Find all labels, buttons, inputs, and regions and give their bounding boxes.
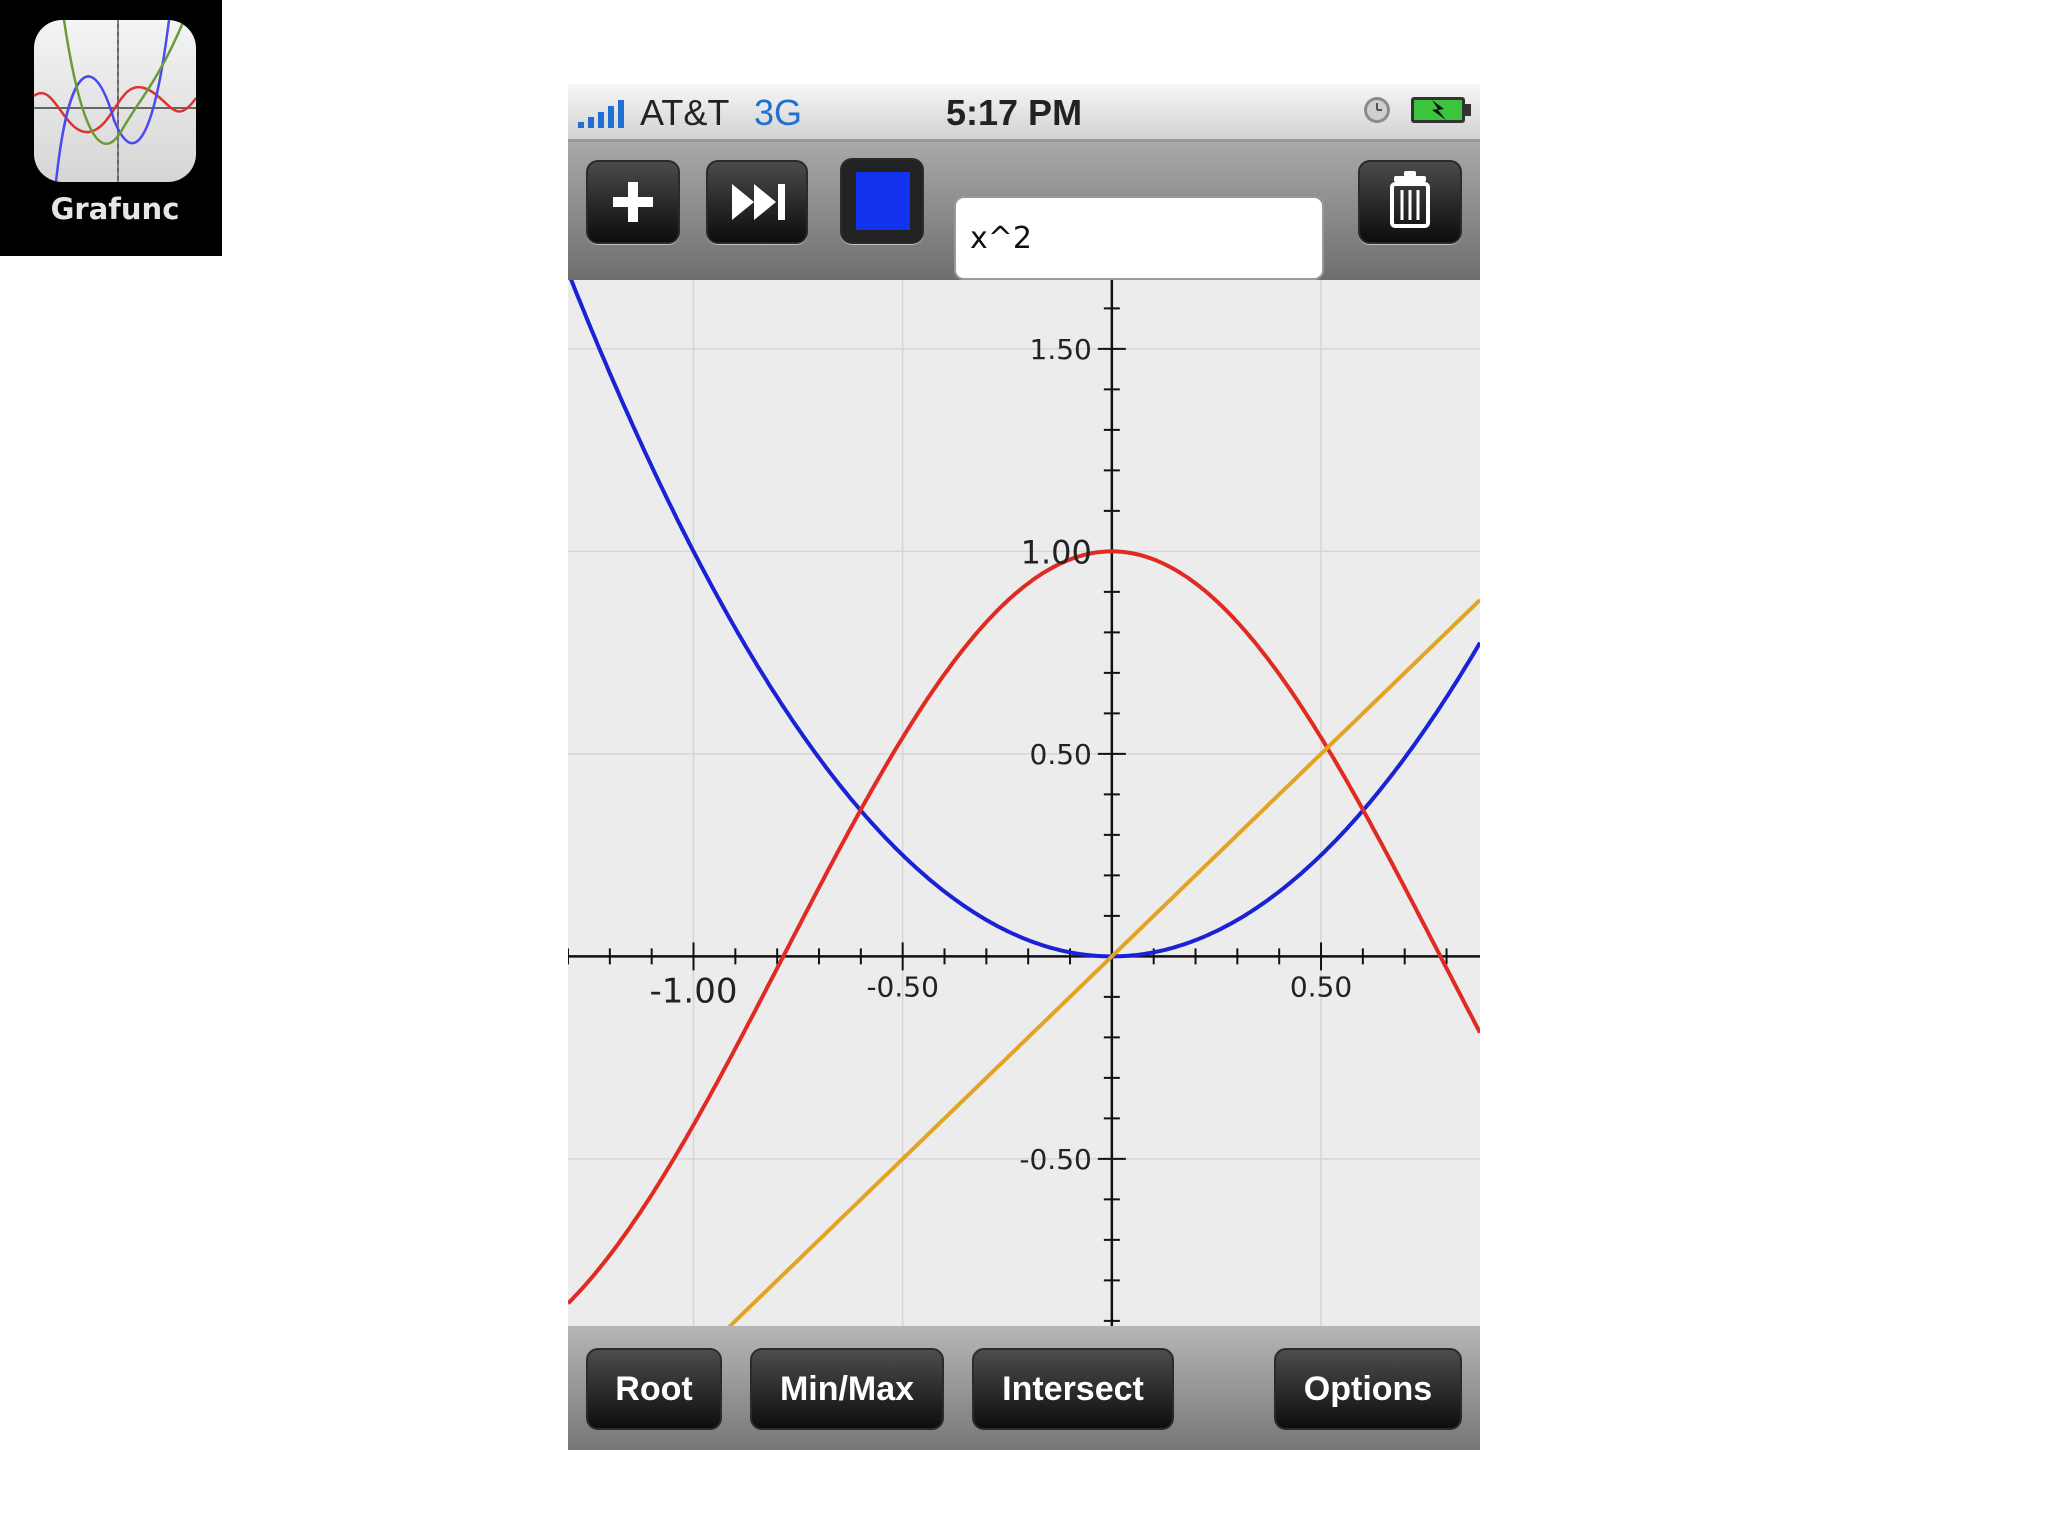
x-tick-label: 0.50 — [1290, 970, 1352, 1003]
grid-lines — [568, 280, 1480, 1410]
trash-icon — [1390, 171, 1430, 228]
root-button[interactable]: Root — [586, 1348, 722, 1430]
grafunc-app-icon — [34, 20, 196, 182]
delete-function-button[interactable] — [1358, 160, 1462, 244]
network-type-label: 3G — [754, 92, 803, 133]
y-tick-label: 1.00 — [1021, 533, 1092, 571]
clock-time: 5:17 PM — [946, 92, 1083, 133]
curve-x-2 — [569, 280, 1480, 959]
skip-next-icon — [732, 184, 785, 220]
bottom-toolbar: Root Min/Max Intersect Options — [568, 1326, 1480, 1450]
curve-cos-2x- — [568, 549, 1480, 1305]
options-button[interactable]: Options — [1274, 1348, 1462, 1430]
minmax-button[interactable]: Min/Max — [750, 1348, 944, 1430]
y-tick-label: -0.50 — [1019, 1143, 1091, 1176]
alarm-clock-icon — [1364, 97, 1390, 123]
tick-labels: -1.00-0.500.501.501.000.50-0.50-1.00 — [650, 333, 1353, 1382]
curves — [568, 280, 1480, 1410]
function-graph[interactable]: -1.00-0.500.501.501.000.50-0.50-1.00 — [568, 280, 1480, 1410]
function-graph-icon — [34, 20, 196, 182]
phone-screen: AT&T 3G 5:17 PM x^2 -1.00 -0.50 0.50 1.5… — [568, 84, 1480, 1450]
carrier-label: AT&T — [640, 92, 730, 133]
intersect-button[interactable]: Intersect — [972, 1348, 1174, 1430]
function-color-button[interactable] — [840, 158, 924, 244]
x-tick-label: -1.00 — [650, 971, 738, 1011]
status-bar: AT&T 3G 5:17 PM — [568, 84, 1480, 142]
formula-input[interactable] — [954, 196, 1324, 280]
add-function-button[interactable] — [586, 160, 680, 244]
app-name-label: Grafunc — [50, 192, 180, 226]
plus-icon — [613, 182, 653, 222]
next-function-button[interactable] — [706, 160, 808, 244]
y-tick-label: 0.50 — [1030, 738, 1092, 771]
color-swatch — [856, 172, 910, 230]
x-tick-label: -0.50 — [866, 970, 938, 1003]
app-icon-badge: Grafunc — [0, 0, 222, 256]
battery-charging-icon — [1411, 97, 1471, 123]
axes — [568, 280, 1480, 1410]
signal-strength-icon — [578, 100, 624, 128]
y-tick-label: 1.50 — [1030, 333, 1092, 366]
